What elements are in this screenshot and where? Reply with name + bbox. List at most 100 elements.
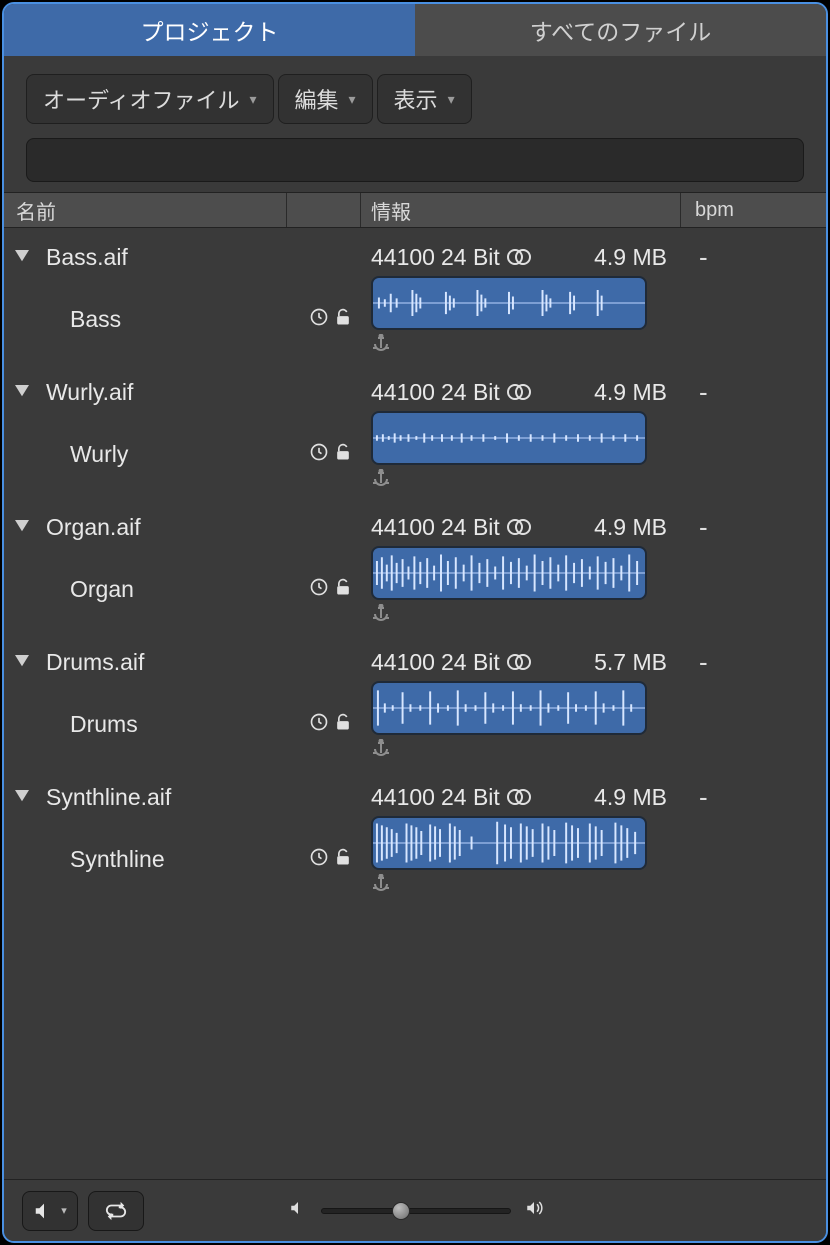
- waveform-clip[interactable]: [371, 411, 647, 465]
- file-name: Bass.aif: [40, 244, 128, 271]
- column-header-info[interactable]: 情報: [361, 193, 681, 227]
- chevron-down-icon: ▾: [448, 91, 455, 108]
- audio-files-label: オーディオファイル: [43, 83, 239, 115]
- file-size: 4.9 MB: [594, 379, 681, 406]
- preview-play-button[interactable]: ▾: [22, 1191, 78, 1231]
- unlock-icon: [333, 307, 353, 332]
- file-row[interactable]: Organ.aif 44100 24 Bit 4.9 MB -: [4, 498, 826, 546]
- anchor-icon: [369, 604, 681, 627]
- file-info: 44100 24 Bit 5.7 MB: [361, 643, 681, 681]
- sample-rate: 44100: [371, 514, 435, 541]
- bpm-value: -: [681, 643, 826, 681]
- sample-rate: 44100: [371, 784, 435, 811]
- bpm-value: -: [681, 508, 826, 546]
- tab-project[interactable]: プロジェクト: [4, 4, 415, 56]
- volume-high-icon: [525, 1199, 543, 1222]
- bpm-value: -: [681, 238, 826, 276]
- browser-tabs: プロジェクト すべてのファイル: [4, 4, 826, 56]
- file-size: 5.7 MB: [594, 649, 681, 676]
- chevron-down-icon: ▾: [61, 1204, 67, 1217]
- volume-slider[interactable]: [321, 1208, 511, 1214]
- unlock-icon: [333, 712, 353, 737]
- region-name: Organ: [4, 546, 287, 633]
- view-menu[interactable]: 表示 ▾: [377, 74, 472, 124]
- sample-rate: 44100: [371, 244, 435, 271]
- bit-depth: 24 Bit: [441, 379, 500, 406]
- disclosure-triangle-icon[interactable]: [4, 655, 40, 669]
- disclosure-triangle-icon[interactable]: [4, 790, 40, 804]
- unlock-icon: [333, 442, 353, 467]
- file-info: 44100 24 Bit 4.9 MB: [361, 508, 681, 546]
- file-item: Wurly.aif 44100 24 Bit 4.9 MB - Wurly: [4, 363, 826, 498]
- column-header-row: 名前 情報 bpm: [4, 192, 826, 228]
- file-item: Drums.aif 44100 24 Bit 5.7 MB - Drums: [4, 633, 826, 768]
- volume-thumb[interactable]: [392, 1202, 410, 1220]
- stereo-icon: [506, 653, 532, 671]
- chevron-down-icon: ▾: [349, 91, 356, 108]
- bit-depth: 24 Bit: [441, 244, 500, 271]
- file-item: Bass.aif 44100 24 Bit 4.9 MB - Bass: [4, 228, 826, 363]
- file-size: 4.9 MB: [594, 244, 681, 271]
- sample-rate: 44100: [371, 649, 435, 676]
- unlock-icon: [333, 577, 353, 602]
- audio-files-menu[interactable]: オーディオファイル ▾: [26, 74, 274, 124]
- region-row[interactable]: Bass: [4, 276, 826, 363]
- unlock-icon: [333, 847, 353, 872]
- region-row[interactable]: Drums: [4, 681, 826, 768]
- bit-depth: 24 Bit: [441, 514, 500, 541]
- search-input[interactable]: [26, 138, 804, 182]
- stereo-icon: [506, 518, 532, 536]
- clock-icon: [309, 577, 329, 602]
- region-name: Drums: [4, 681, 287, 768]
- file-row[interactable]: Wurly.aif 44100 24 Bit 4.9 MB -: [4, 363, 826, 411]
- file-size: 4.9 MB: [594, 514, 681, 541]
- file-item: Organ.aif 44100 24 Bit 4.9 MB - Organ: [4, 498, 826, 633]
- disclosure-triangle-icon[interactable]: [4, 250, 40, 264]
- region-name: Bass: [4, 276, 287, 363]
- sample-rate: 44100: [371, 379, 435, 406]
- file-info: 44100 24 Bit 4.9 MB: [361, 238, 681, 276]
- region-row[interactable]: Wurly: [4, 411, 826, 498]
- chevron-down-icon: ▾: [249, 91, 256, 108]
- region-row[interactable]: Synthline: [4, 816, 826, 903]
- edit-menu[interactable]: 編集 ▾: [278, 74, 373, 124]
- region-name: Wurly: [4, 411, 287, 498]
- waveform-clip[interactable]: [371, 276, 647, 330]
- edit-label: 編集: [295, 83, 339, 115]
- region-row[interactable]: Organ: [4, 546, 826, 633]
- clock-icon: [309, 847, 329, 872]
- waveform-clip[interactable]: [371, 546, 647, 600]
- file-size: 4.9 MB: [594, 784, 681, 811]
- view-label: 表示: [394, 83, 438, 115]
- clock-icon: [309, 307, 329, 332]
- audio-browser-window: プロジェクト すべてのファイル オーディオファイル ▾ 編集 ▾ 表示 ▾ 名前…: [2, 2, 828, 1243]
- stereo-icon: [506, 383, 532, 401]
- file-name: Organ.aif: [40, 514, 141, 541]
- clock-icon: [309, 712, 329, 737]
- footer-bar: ▾: [4, 1179, 826, 1241]
- waveform-clip[interactable]: [371, 681, 647, 735]
- stereo-icon: [506, 248, 532, 266]
- clock-icon: [309, 442, 329, 467]
- region-name: Synthline: [4, 816, 287, 903]
- anchor-icon: [369, 334, 681, 357]
- anchor-icon: [369, 469, 681, 492]
- tab-all-files[interactable]: すべてのファイル: [415, 4, 826, 56]
- loop-button[interactable]: [88, 1191, 144, 1231]
- disclosure-triangle-icon[interactable]: [4, 520, 40, 534]
- file-list[interactable]: Bass.aif 44100 24 Bit 4.9 MB - Bass: [4, 228, 826, 1179]
- file-row[interactable]: Bass.aif 44100 24 Bit 4.9 MB -: [4, 228, 826, 276]
- waveform-clip[interactable]: [371, 816, 647, 870]
- file-info: 44100 24 Bit 4.9 MB: [361, 778, 681, 816]
- anchor-icon: [369, 739, 681, 762]
- bpm-value: -: [681, 778, 826, 816]
- column-header-name[interactable]: 名前: [4, 193, 287, 227]
- anchor-icon: [369, 874, 681, 897]
- bit-depth: 24 Bit: [441, 649, 500, 676]
- column-header-icons[interactable]: [287, 193, 361, 227]
- column-header-bpm[interactable]: bpm: [681, 193, 826, 227]
- disclosure-triangle-icon[interactable]: [4, 385, 40, 399]
- file-name: Synthline.aif: [40, 784, 171, 811]
- file-row[interactable]: Drums.aif 44100 24 Bit 5.7 MB -: [4, 633, 826, 681]
- file-row[interactable]: Synthline.aif 44100 24 Bit 4.9 MB -: [4, 768, 826, 816]
